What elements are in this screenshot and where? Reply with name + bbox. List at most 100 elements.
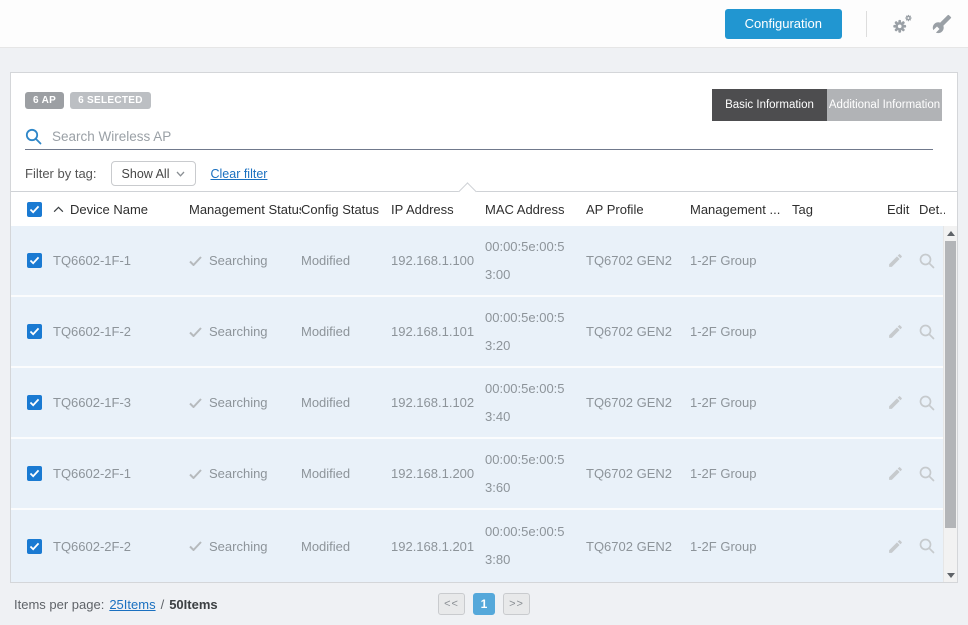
items-per-page-label: Items per page: bbox=[14, 597, 104, 612]
status-check-icon bbox=[189, 469, 202, 479]
search-input[interactable] bbox=[52, 129, 933, 144]
wireless-ap-panel: 6 AP 6 SELECTED Basic Information Additi… bbox=[10, 72, 958, 583]
table-row: TQ6602-1F-3 Searching Modified 192.168.1… bbox=[11, 368, 957, 439]
row-checkbox[interactable] bbox=[27, 395, 42, 410]
management-group: 1-2F Group bbox=[690, 324, 792, 339]
ip-address: 192.168.1.200 bbox=[391, 466, 485, 481]
selected-count-badge: 6 SELECTED bbox=[70, 92, 151, 109]
info-tabs: Basic Information Additional Information bbox=[712, 89, 942, 121]
device-name: TQ6602-1F-3 bbox=[53, 395, 189, 410]
edit-pencil-icon[interactable] bbox=[887, 465, 904, 482]
items-separator: / bbox=[161, 597, 165, 612]
management-status: Searching bbox=[189, 395, 301, 410]
header-ap-profile[interactable]: AP Profile bbox=[586, 202, 690, 217]
device-name: TQ6602-1F-1 bbox=[53, 253, 189, 268]
config-status: Modified bbox=[301, 395, 391, 410]
column-divider-notch bbox=[458, 182, 476, 200]
configuration-button[interactable]: Configuration bbox=[725, 9, 842, 39]
row-checkbox[interactable] bbox=[27, 466, 42, 481]
ap-profile: TQ6702 GEN2 bbox=[586, 324, 690, 339]
management-status: Searching bbox=[189, 253, 301, 268]
header-tag: Tag bbox=[792, 202, 887, 217]
topbar: Configuration bbox=[0, 0, 968, 48]
ip-address: 192.168.1.201 bbox=[391, 539, 485, 554]
next-page-button[interactable]: >> bbox=[503, 593, 530, 615]
edit-pencil-icon[interactable] bbox=[887, 252, 904, 269]
header-mac-address[interactable]: MAC Address bbox=[485, 202, 586, 217]
table-body: TQ6602-1F-1 Searching Modified 192.168.1… bbox=[11, 226, 957, 582]
header-edit: Edit bbox=[887, 202, 919, 217]
device-name: TQ6602-1F-2 bbox=[53, 324, 189, 339]
mac-address: 00:00:5e:00:53:20 bbox=[485, 304, 586, 360]
table-row: TQ6602-1F-2 Searching Modified 192.168.1… bbox=[11, 297, 957, 368]
config-status: Modified bbox=[301, 466, 391, 481]
items-per-page: Items per page: 25Items / 50Items bbox=[14, 597, 218, 612]
clear-filter-link[interactable]: Clear filter bbox=[210, 167, 267, 181]
edit-pencil-icon[interactable] bbox=[887, 323, 904, 340]
ip-address: 192.168.1.101 bbox=[391, 324, 485, 339]
tab-additional-information[interactable]: Additional Information bbox=[827, 89, 942, 121]
header-management-status[interactable]: Management Status bbox=[189, 202, 301, 217]
table-scrollbar bbox=[943, 226, 957, 582]
ap-count-badge: 6 AP bbox=[25, 92, 64, 109]
row-checkbox[interactable] bbox=[27, 539, 42, 554]
select-all-checkbox[interactable] bbox=[27, 202, 42, 217]
header-ip-address[interactable]: IP Address bbox=[391, 202, 485, 217]
scrollbar-thumb[interactable] bbox=[945, 241, 956, 528]
mac-address: 00:00:5e:00:53:00 bbox=[485, 233, 586, 289]
previous-page-button[interactable]: << bbox=[438, 593, 465, 615]
config-status: Modified bbox=[301, 539, 391, 554]
management-group: 1-2F Group bbox=[690, 466, 792, 481]
status-check-icon bbox=[189, 327, 202, 337]
edit-pencil-icon[interactable] bbox=[887, 538, 904, 555]
ap-profile: TQ6702 GEN2 bbox=[586, 253, 690, 268]
mac-address: 00:00:5e:00:53:40 bbox=[485, 375, 586, 431]
search-bar bbox=[25, 123, 933, 150]
management-group: 1-2F Group bbox=[690, 395, 792, 410]
config-status: Modified bbox=[301, 324, 391, 339]
row-checkbox[interactable] bbox=[27, 253, 42, 268]
tab-basic-information[interactable]: Basic Information bbox=[712, 89, 827, 121]
table-row: TQ6602-2F-1 Searching Modified 192.168.1… bbox=[11, 439, 957, 510]
config-status: Modified bbox=[301, 253, 391, 268]
device-name: TQ6602-2F-2 bbox=[53, 539, 189, 554]
detail-magnifier-icon[interactable] bbox=[919, 395, 935, 411]
settings-gears-icon[interactable] bbox=[891, 13, 913, 35]
current-page-button[interactable]: 1 bbox=[473, 593, 495, 615]
management-status: Searching bbox=[189, 539, 301, 554]
search-icon bbox=[25, 128, 42, 145]
scrollbar-down-arrow[interactable] bbox=[944, 568, 957, 582]
wrench-icon[interactable] bbox=[931, 13, 953, 35]
topbar-divider bbox=[866, 11, 867, 37]
sort-ascending-icon bbox=[53, 206, 64, 213]
header-device-name[interactable]: Device Name bbox=[53, 202, 189, 217]
management-group: 1-2F Group bbox=[690, 539, 792, 554]
table-header: Device Name Management Status Config Sta… bbox=[11, 191, 957, 226]
items-50-selected: 50Items bbox=[169, 597, 217, 612]
management-group: 1-2F Group bbox=[690, 253, 792, 268]
table-row: TQ6602-2F-2 Searching Modified 192.168.1… bbox=[11, 510, 957, 582]
detail-magnifier-icon[interactable] bbox=[919, 538, 935, 554]
status-check-icon bbox=[189, 541, 202, 551]
pagination: << 1 >> bbox=[438, 593, 530, 615]
ap-profile: TQ6702 GEN2 bbox=[586, 395, 690, 410]
status-check-icon bbox=[189, 256, 202, 266]
header-config-status[interactable]: Config Status bbox=[301, 202, 391, 217]
header-management-group[interactable]: Management ... bbox=[690, 202, 792, 217]
row-checkbox[interactable] bbox=[27, 324, 42, 339]
ip-address: 192.168.1.102 bbox=[391, 395, 485, 410]
footer: Items per page: 25Items / 50Items << 1 >… bbox=[0, 583, 968, 625]
mac-address: 00:00:5e:00:53:80 bbox=[485, 518, 586, 574]
detail-magnifier-icon[interactable] bbox=[919, 253, 935, 269]
items-25-link[interactable]: 25Items bbox=[109, 597, 155, 612]
detail-magnifier-icon[interactable] bbox=[919, 324, 935, 340]
management-status: Searching bbox=[189, 466, 301, 481]
detail-magnifier-icon[interactable] bbox=[919, 466, 935, 482]
tag-filter-value: Show All bbox=[122, 167, 170, 181]
scrollbar-up-arrow[interactable] bbox=[944, 226, 957, 240]
tag-filter-dropdown[interactable]: Show All bbox=[111, 161, 197, 186]
ip-address: 192.168.1.100 bbox=[391, 253, 485, 268]
edit-pencil-icon[interactable] bbox=[887, 394, 904, 411]
ap-profile: TQ6702 GEN2 bbox=[586, 539, 690, 554]
header-detail: Det... bbox=[919, 202, 945, 217]
